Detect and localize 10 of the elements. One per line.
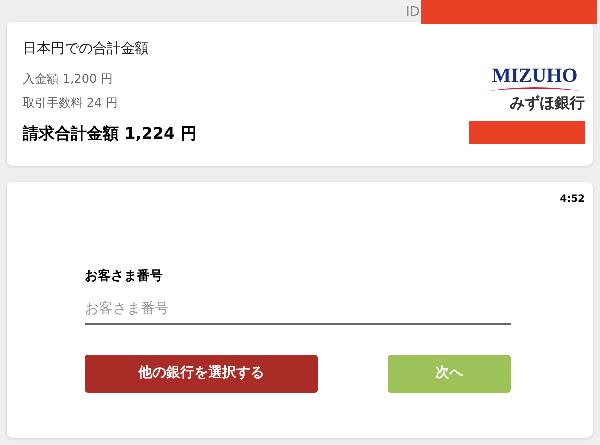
field-label: お客さま番号 bbox=[85, 268, 164, 286]
customer-number-field[interactable]: お客さま番号 bbox=[85, 294, 511, 324]
bank-logo: MIZUHO みずほ銀行 bbox=[489, 66, 585, 113]
summary-title: 日本円での合計金額 bbox=[23, 40, 150, 59]
countdown-timer: 4:52 bbox=[560, 193, 585, 207]
id-label: ID bbox=[406, 4, 420, 22]
total-amount: 請求合計金額 1,224 円 bbox=[23, 123, 197, 145]
choose-bank-button[interactable]: 他の銀行を選択する bbox=[85, 354, 318, 392]
summary-line: 取引手数料 24 円 bbox=[23, 95, 119, 112]
summary-line: 入金額 1,200 円 bbox=[23, 71, 114, 88]
